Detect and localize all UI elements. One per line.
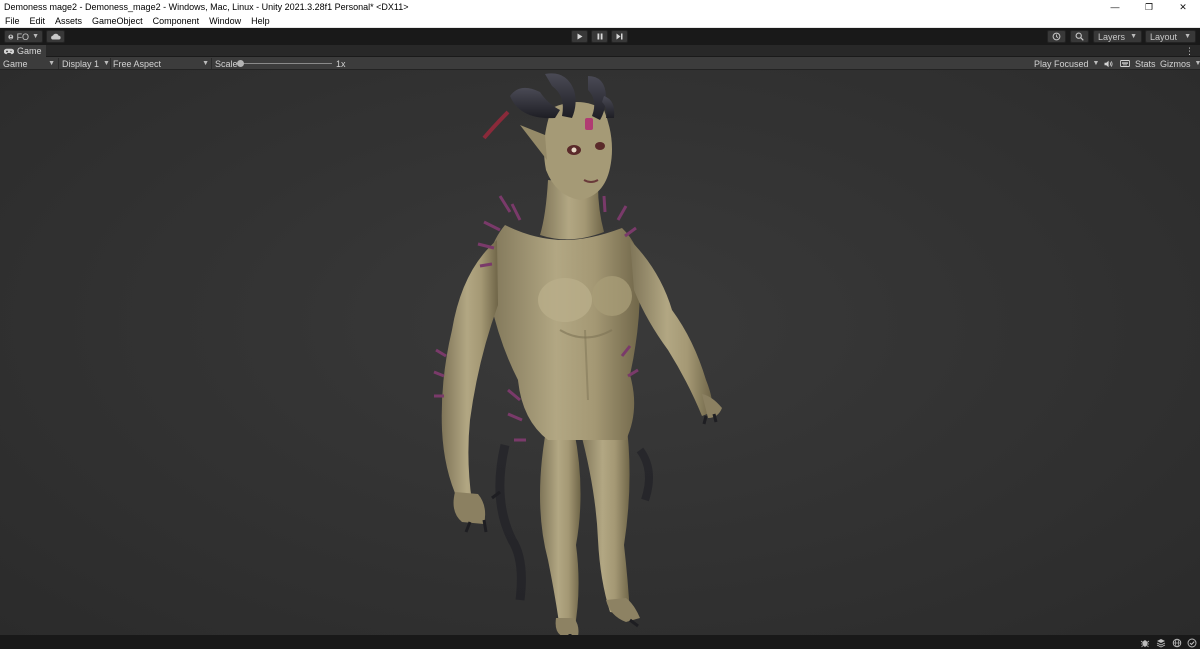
- scale-slider-handle[interactable]: [237, 60, 244, 67]
- layers-dropdown[interactable]: Layers ▼: [1093, 30, 1142, 43]
- chevron-down-icon: ▼: [1130, 33, 1137, 40]
- stats-toggle[interactable]: Stats: [1135, 57, 1156, 70]
- chevron-down-icon: ▼: [1092, 60, 1100, 67]
- account-label: FO: [16, 31, 30, 42]
- aspect-dropdown[interactable]: Free Aspect ▼: [113, 57, 209, 70]
- chevron-down-icon: ▼: [103, 60, 110, 67]
- game-mode-dropdown[interactable]: Game ▼: [3, 57, 55, 70]
- cloud-icon: [51, 33, 61, 40]
- menu-window[interactable]: Window: [204, 14, 246, 28]
- status-bar: [0, 635, 1200, 649]
- history-icon: [1052, 32, 1061, 41]
- window-title-bar: Demoness mage2 - Demoness_mage2 - Window…: [0, 0, 1200, 14]
- gizmos-toggle[interactable]: Gizmos ▼: [1160, 57, 1200, 70]
- game-viewport[interactable]: [0, 70, 1200, 635]
- aspect-label: Free Aspect: [113, 58, 162, 69]
- cloud-button[interactable]: [46, 30, 65, 43]
- account-icon: [8, 34, 14, 39]
- step-button[interactable]: [611, 30, 628, 43]
- menu-bar: File Edit Assets GameObject Component Wi…: [0, 14, 1200, 28]
- search-button[interactable]: [1070, 30, 1089, 43]
- display-label: Display 1: [62, 58, 100, 69]
- gamepad-icon: [4, 48, 14, 54]
- menu-edit[interactable]: Edit: [25, 14, 51, 28]
- scale-value: 1x: [336, 58, 346, 69]
- restore-icon[interactable]: ❐: [1132, 0, 1166, 14]
- menu-help[interactable]: Help: [246, 14, 275, 28]
- game-tab-header: Game ⋮: [0, 45, 1200, 57]
- minimize-icon[interactable]: —: [1098, 0, 1132, 14]
- divider: [110, 58, 111, 69]
- speaker-icon: [1104, 60, 1113, 67]
- scale-slider-track[interactable]: [240, 63, 332, 64]
- close-icon[interactable]: ✕: [1166, 0, 1200, 14]
- window-controls: — ❐ ✕: [1098, 0, 1200, 14]
- menu-gameobject[interactable]: GameObject: [87, 14, 148, 28]
- layers-label: Layers: [1098, 31, 1126, 42]
- keyboard-shortcut-button[interactable]: [1120, 57, 1130, 70]
- play-mode-dropdown[interactable]: Play Focused ▼: [1034, 57, 1100, 70]
- menu-file[interactable]: File: [0, 14, 25, 28]
- chevron-down-icon: ▼: [1194, 60, 1200, 67]
- gizmos-label: Gizmos: [1160, 58, 1191, 69]
- mute-audio-button[interactable]: [1104, 57, 1113, 70]
- window-title: Demoness mage2 - Demoness_mage2 - Window…: [4, 2, 409, 12]
- play-icon: [577, 33, 582, 40]
- display-dropdown[interactable]: Display 1 ▼: [62, 57, 110, 70]
- bug-icon[interactable]: [1139, 637, 1150, 648]
- layout-dropdown[interactable]: Layout ▼: [1145, 30, 1196, 43]
- chevron-down-icon: ▼: [202, 60, 209, 67]
- search-icon: [1075, 32, 1084, 41]
- tab-game[interactable]: Game: [0, 45, 46, 57]
- pause-button[interactable]: [591, 30, 608, 43]
- play-button[interactable]: [571, 30, 588, 43]
- layers-icon[interactable]: [1155, 637, 1166, 648]
- keyboard-icon: [1120, 60, 1130, 67]
- demoness-character-render: [433, 73, 722, 635]
- globe-icon[interactable]: [1171, 637, 1182, 648]
- game-mode-label: Game: [3, 58, 28, 69]
- chevron-down-icon: ▼: [1184, 33, 1191, 40]
- play-mode-label: Play Focused: [1034, 58, 1089, 69]
- main-toolbar: FO ▼ Layers ▼ Layout ▼: [0, 28, 1200, 45]
- scale-label: Scale: [215, 58, 238, 69]
- game-view-toolbar: Game ▼ Display 1 ▼ Free Aspect ▼ Scale 1…: [0, 57, 1200, 70]
- chevron-down-icon: ▼: [32, 33, 39, 40]
- layout-label: Layout: [1150, 31, 1178, 42]
- account-dropdown[interactable]: FO ▼: [4, 30, 43, 43]
- chevron-down-icon: ▼: [48, 60, 55, 67]
- divider: [211, 58, 212, 69]
- step-icon: [616, 33, 623, 40]
- tab-game-label: Game: [17, 46, 42, 56]
- pause-icon: [597, 33, 602, 40]
- divider: [58, 58, 59, 69]
- check-icon[interactable]: [1186, 637, 1197, 648]
- undo-history-button[interactable]: [1047, 30, 1066, 43]
- tab-options-icon[interactable]: ⋮: [1185, 45, 1194, 57]
- menu-component[interactable]: Component: [148, 14, 205, 28]
- menu-assets[interactable]: Assets: [50, 14, 87, 28]
